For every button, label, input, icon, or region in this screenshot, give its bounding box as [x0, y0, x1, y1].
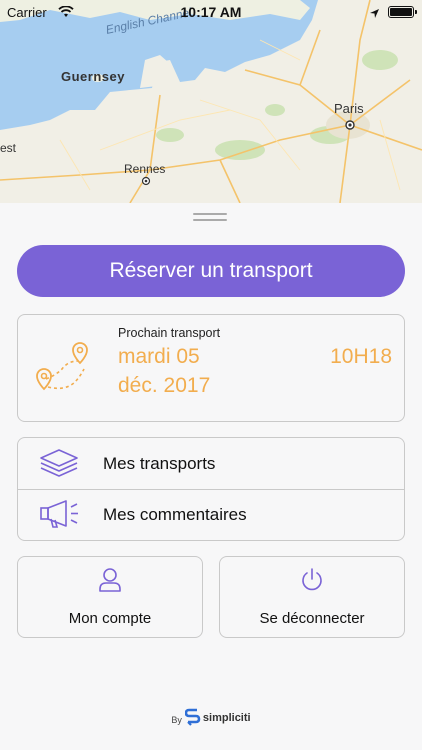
user-icon: [18, 567, 202, 598]
mon-compte-button[interactable]: Mon compte: [17, 556, 203, 638]
next-transport-day: mardi 05: [118, 345, 200, 368]
mon-compte-label: Mon compte: [68, 610, 152, 627]
footer-brand: simpliciti: [202, 712, 251, 724]
footer-branding: By simpliciti: [0, 708, 422, 728]
logout-button[interactable]: Se déconnecter: [219, 556, 405, 638]
next-transport-card[interactable]: Prochain transport mardi 05 déc. 2017 10…: [17, 314, 405, 422]
next-transport-label: Prochain transport: [118, 326, 221, 340]
logout-label: Se déconnecter: [259, 610, 365, 627]
menu-item-mes-transports[interactable]: Mes transports: [18, 438, 404, 490]
next-transport-time: 10H18: [330, 345, 392, 368]
map-label-brest: est: [0, 141, 17, 155]
bottom-sheet: Réserver un transport Prochain transport…: [0, 203, 422, 750]
megaphone-icon: [38, 499, 82, 534]
status-time: 10:17 AM: [180, 4, 242, 20]
power-icon: [220, 567, 404, 598]
menu-list: Mes transports Mes commentaires: [17, 437, 405, 541]
next-transport-month-year: déc. 2017: [118, 374, 211, 397]
map-label-paris: Paris: [334, 101, 364, 116]
status-bar: Carrier 10:17 AM: [0, 0, 422, 26]
layers-icon: [38, 448, 80, 483]
menu-item-label: Mes transports: [103, 453, 216, 473]
drag-handle[interactable]: [193, 213, 227, 227]
menu-item-mes-commentaires[interactable]: Mes commentaires: [18, 489, 404, 540]
simpliciti-logo-icon: [184, 708, 201, 728]
reserve-transport-button[interactable]: Réserver un transport: [17, 245, 405, 297]
map-view[interactable]: English Channel Guernsey Paris Rennes es…: [0, 0, 422, 203]
battery-icon: [388, 6, 417, 18]
map-label-guernsey: Guernsey: [61, 69, 125, 84]
location-arrow-icon: [369, 6, 380, 22]
map-label-rennes: Rennes: [124, 162, 166, 176]
footer-by: By: [171, 715, 182, 725]
menu-item-label: Mes commentaires: [103, 504, 247, 524]
route-pins-icon: [34, 339, 98, 404]
